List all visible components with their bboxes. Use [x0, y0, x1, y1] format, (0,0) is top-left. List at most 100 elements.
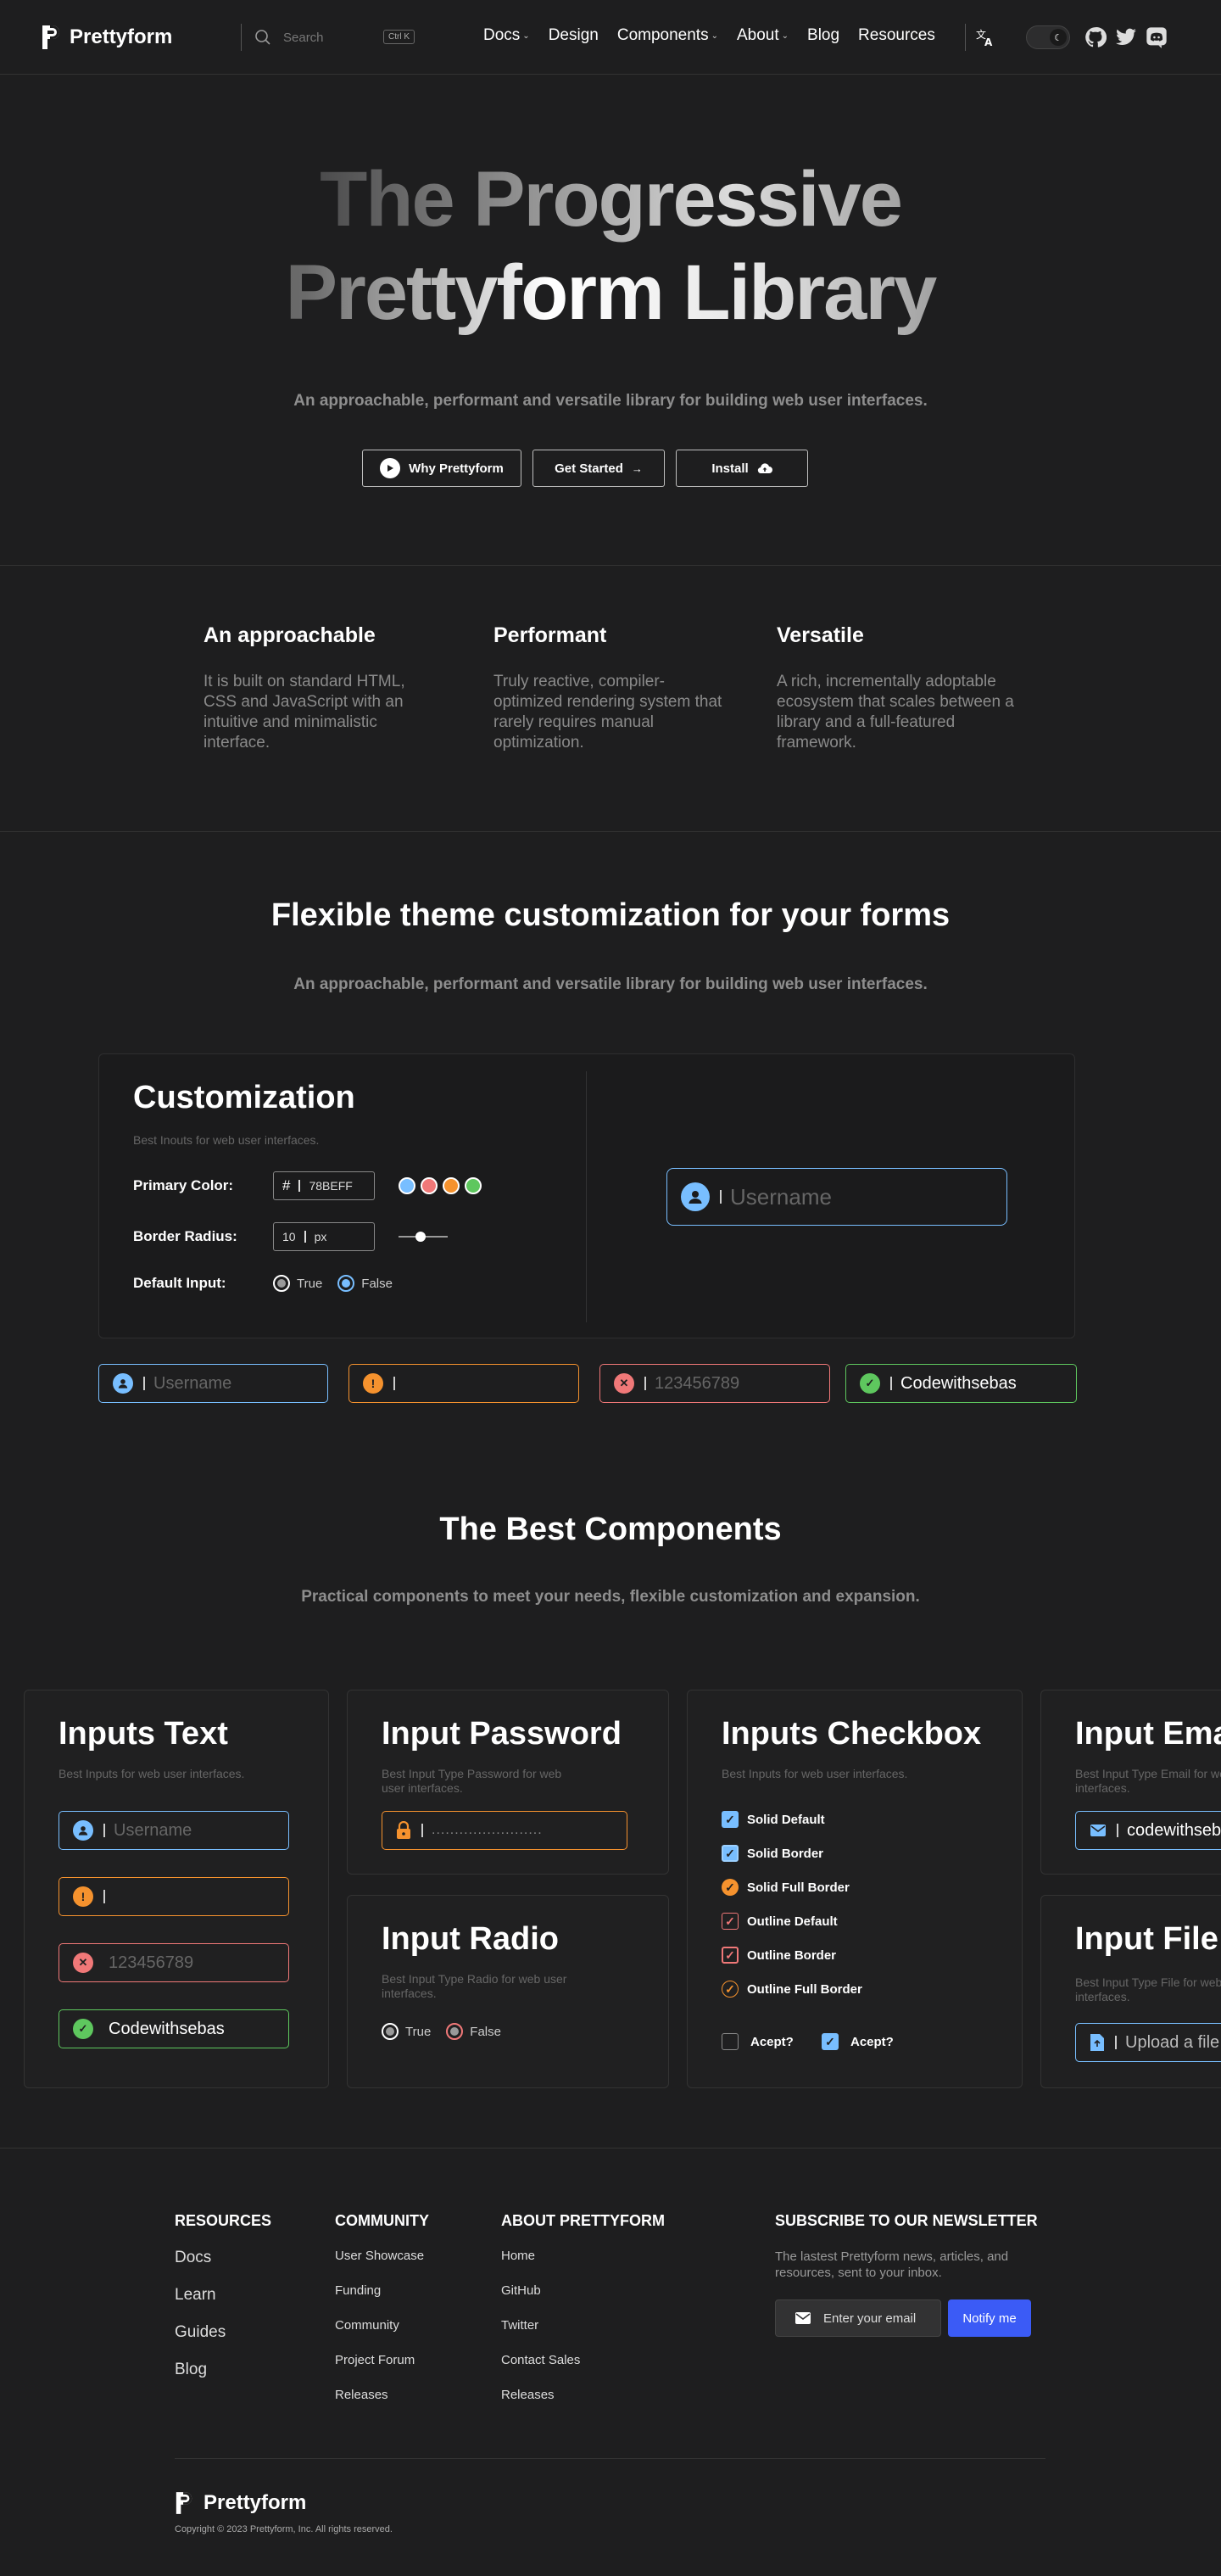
footer-link-funding[interactable]: Funding [335, 2283, 429, 2298]
footer-link-project-forum[interactable]: Project Forum [335, 2353, 429, 2367]
newsletter-email-input[interactable]: Enter your email [775, 2299, 941, 2337]
checkbox-accept-unchecked[interactable]: Acept? [722, 2033, 794, 2050]
input-placeholder: Username [114, 1820, 192, 1840]
warning-input[interactable]: ! [59, 1877, 289, 1916]
text-cursor [644, 1377, 646, 1390]
theme-toggle[interactable]: ☾ [1026, 25, 1070, 49]
install-button[interactable]: Install [676, 450, 808, 487]
footer-link-home[interactable]: Home [501, 2249, 665, 2263]
inputs-checkbox-card: Inputs Checkbox Best Inputs for web user… [687, 1690, 1023, 2088]
nav-resources[interactable]: Resources [858, 26, 935, 45]
radio-false-label: False [361, 1276, 393, 1291]
radio-true[interactable]: True [273, 1275, 322, 1292]
swatch-blue[interactable] [399, 1177, 415, 1194]
checkbox-outline-full-border[interactable]: ✓ Outline Full Border [722, 1981, 862, 1998]
swatch-green[interactable] [465, 1177, 482, 1194]
card-subtitle: Best Inputs for web user interfaces. [59, 1767, 245, 1780]
customization-title: Customization [133, 1080, 355, 1115]
border-radius-label: Border Radius: [133, 1228, 237, 1244]
search-input[interactable]: Search Ctrl K [254, 25, 421, 49]
hero-title: The Progressive Prettyform Library [0, 153, 1221, 339]
email-input[interactable]: codewithsebas [1075, 1811, 1221, 1850]
slider-thumb[interactable] [415, 1232, 426, 1242]
checkbox-checked-icon: ✓ [722, 1845, 739, 1862]
swatch-orange[interactable] [443, 1177, 460, 1194]
translate-icon[interactable]: 文A [970, 22, 1001, 53]
footer-link-learn[interactable]: Learn [175, 2286, 271, 2305]
footer-link-user-showcase[interactable]: User Showcase [335, 2249, 429, 2263]
default-input-label: Default Input: [133, 1275, 226, 1291]
footer-about: ABOUT PRETTYFORM Home GitHub Twitter Con… [501, 2212, 665, 2422]
brand-logo[interactable]: Prettyform [41, 24, 172, 51]
footer-brand[interactable]: Prettyform [175, 2490, 306, 2516]
checkbox-solid-full-border[interactable]: ✓ Solid Full Border [722, 1879, 850, 1896]
username-input[interactable]: Username [98, 1364, 328, 1403]
why-prettyform-label: Why Prettyform [409, 461, 504, 476]
feature-title: An approachable [204, 623, 376, 647]
text-cursor [103, 1890, 105, 1903]
error-input[interactable]: ✕ 123456789 [59, 1943, 289, 1982]
input-value: Codewithsebas [109, 2019, 225, 2038]
nav-design[interactable]: Design [549, 26, 599, 45]
footer-link-blog[interactable]: Blog [175, 2361, 271, 2379]
top-navbar: Prettyform Search Ctrl K Docs ⌄ Design Co… [0, 0, 1221, 75]
password-input[interactable]: ........................ [382, 1811, 627, 1850]
card-subtitle: Best Input Type File for web user interf… [1075, 1975, 1221, 2003]
border-radius-input[interactable]: 10 px [273, 1222, 375, 1251]
user-icon [113, 1373, 133, 1394]
check-icon: ✓ [860, 1373, 880, 1394]
text-cursor [100, 2022, 102, 2036]
footer-link-github[interactable]: GitHub [501, 2283, 665, 2298]
chevron-down-icon: ⌄ [522, 31, 530, 41]
checkbox-accept-checked[interactable]: ✓ Acept? [822, 2033, 894, 2050]
get-started-button[interactable]: Get Started → [532, 450, 665, 487]
feature-title: Versatile [777, 623, 864, 647]
why-prettyform-button[interactable]: Why Prettyform [362, 450, 521, 487]
nav-components[interactable]: Components ⌄ [617, 26, 718, 45]
nav-blog[interactable]: Blog [807, 26, 839, 45]
checkbox-outline-default[interactable]: ✓ Outline Default [722, 1913, 838, 1930]
radio-false[interactable]: False [446, 2023, 501, 2040]
footer-community: COMMUNITY User Showcase Funding Communit… [335, 2212, 429, 2422]
footer-heading: SUBSCRIBE TO OUR NEWSLETTER [775, 2212, 1038, 2229]
footer-link-contact-sales[interactable]: Contact Sales [501, 2353, 665, 2367]
footer-link-guides[interactable]: Guides [175, 2323, 271, 2342]
page: Prettyform Search Ctrl K Docs ⌄ Design Co… [0, 0, 1221, 2576]
file-icon [1090, 2034, 1104, 2051]
twitter-icon[interactable] [1111, 22, 1141, 53]
success-input[interactable]: ✓ Codewithsebas [59, 2009, 289, 2048]
github-icon[interactable] [1080, 22, 1111, 53]
discord-icon[interactable] [1141, 22, 1172, 53]
checkbox-outline-border[interactable]: ✓ Outline Border [722, 1947, 836, 1964]
notify-me-button[interactable]: Notify me [948, 2299, 1031, 2337]
footer-link-community[interactable]: Community [335, 2318, 429, 2333]
success-input[interactable]: ✓ Codewithsebas [845, 1364, 1077, 1403]
footer-link-docs[interactable]: Docs [175, 2249, 271, 2267]
text-cursor [143, 1377, 145, 1390]
card-subtitle: Best Input Type Password for web user in… [382, 1767, 562, 1795]
nav-docs[interactable]: Docs ⌄ [483, 26, 530, 45]
footer-link-releases[interactable]: Releases [501, 2388, 665, 2402]
text-cursor [421, 1824, 423, 1837]
chevron-down-icon: ⌄ [781, 31, 789, 41]
border-radius-slider[interactable] [399, 1232, 448, 1242]
primary-color-input[interactable]: # 78BEFF [273, 1171, 375, 1200]
file-input[interactable]: Upload a file [1075, 2023, 1221, 2062]
nav-about[interactable]: About ⌄ [737, 26, 789, 45]
username-input[interactable]: Username [59, 1811, 289, 1850]
preview-username-input[interactable]: Username [666, 1168, 1007, 1226]
checkbox-solid-default[interactable]: ✓ Solid Default [722, 1811, 825, 1828]
card-title: Input Radio [382, 1921, 559, 1957]
radio-false[interactable]: False [337, 1275, 393, 1292]
footer-link-releases[interactable]: Releases [335, 2388, 429, 2402]
radio-true[interactable]: True [382, 2023, 431, 2040]
mail-icon [1090, 1824, 1106, 1836]
panel-divider [586, 1071, 587, 1322]
error-input[interactable]: ✕ 123456789 [599, 1364, 830, 1403]
footer-link-twitter[interactable]: Twitter [501, 2318, 665, 2333]
warning-input[interactable]: ! [348, 1364, 579, 1403]
swatch-red[interactable] [421, 1177, 438, 1194]
color-swatches [399, 1177, 487, 1194]
checkbox-solid-border[interactable]: ✓ Solid Border [722, 1845, 823, 1862]
nav-resources-label: Resources [858, 26, 935, 44]
